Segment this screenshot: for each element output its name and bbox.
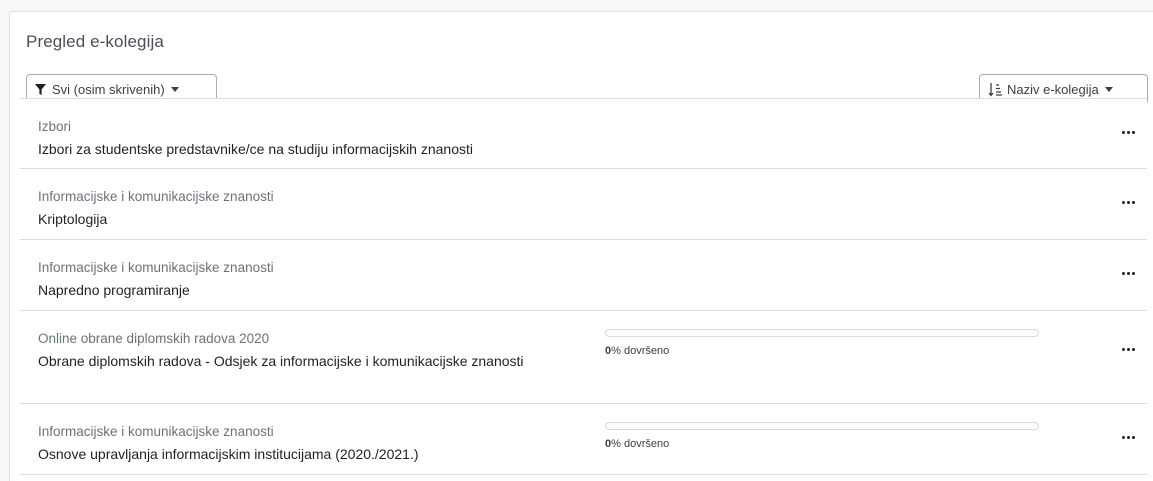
ellipsis-icon[interactable] xyxy=(1117,431,1139,443)
progress-text: 0% dovršeno xyxy=(605,438,670,450)
progress-text: 0% dovršeno xyxy=(605,345,670,357)
progress-bar xyxy=(605,329,1039,337)
course-name-link[interactable]: Osnove upravljanja informacijskim instit… xyxy=(38,444,538,465)
course-category: Informacijske i komunikacijske znanosti xyxy=(38,260,274,275)
chevron-down-icon xyxy=(1104,87,1113,92)
list-item[interactable]: Izbori Izbori za studentske predstavnike… xyxy=(19,98,1147,169)
course-category: Informacijske i komunikacijske znanosti xyxy=(38,189,274,204)
course-category: Informacijske i komunikacijske znanosti xyxy=(38,424,274,439)
course-list: Izbori Izbori za studentske predstavnike… xyxy=(19,98,1147,475)
ellipsis-icon[interactable] xyxy=(1117,343,1139,355)
ellipsis-icon[interactable] xyxy=(1117,126,1139,138)
list-item[interactable]: Online obrane diplomskih radova 2020 Obr… xyxy=(19,311,1147,404)
course-name-link[interactable]: Napredno programiranje xyxy=(38,280,538,301)
list-item[interactable]: Informacijske i komunikacijske znanosti … xyxy=(19,169,1147,240)
course-category: Online obrane diplomskih radova 2020 xyxy=(38,331,270,346)
course-name-link[interactable]: Kriptologija xyxy=(38,209,538,230)
course-category: Izbori xyxy=(38,119,72,134)
sort-label: Naziv e-kolegija xyxy=(1007,82,1099,97)
ellipsis-icon[interactable] xyxy=(1117,267,1139,279)
course-progress: 0% dovršeno xyxy=(605,329,1039,357)
list-item[interactable]: Informacijske i komunikacijske znanosti … xyxy=(19,404,1147,475)
course-name-link[interactable]: Izbori za studentske predstavnike/ce na … xyxy=(38,139,538,160)
list-item[interactable]: Informacijske i komunikacijske znanosti … xyxy=(19,240,1147,311)
block-title: Pregled e-kolegija xyxy=(26,32,164,51)
ellipsis-icon[interactable] xyxy=(1117,196,1139,208)
progress-bar xyxy=(605,422,1039,430)
filter-icon xyxy=(35,84,46,95)
course-progress: 0% dovršeno xyxy=(605,422,1039,450)
course-name-link[interactable]: Obrane diplomskih radova - Odsjek za inf… xyxy=(38,351,538,372)
sort-alpha-icon xyxy=(988,83,1002,97)
filter-label: Svi (osim skrivenih) xyxy=(52,82,165,97)
chevron-down-icon xyxy=(170,87,179,92)
